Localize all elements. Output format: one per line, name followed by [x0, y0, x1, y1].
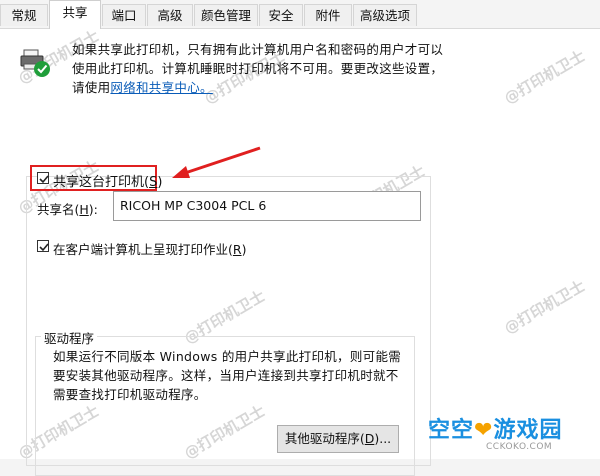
tab-accessories[interactable]: 附件 [304, 4, 352, 26]
tab-general[interactable]: 常规 [0, 4, 48, 26]
share-name-label-end: ): [88, 202, 98, 217]
tab-security[interactable]: 安全 [259, 4, 303, 26]
tab-strip: 常规 共享 端口 高级 颜色管理 安全 附件 高级选项 [0, 0, 600, 29]
logo-part2: 游戏园 [493, 418, 563, 443]
drivers-group-title: 驱动程序 [41, 328, 98, 347]
additional-drivers-accesskey: D [364, 431, 375, 446]
render-jobs-checkbox[interactable] [37, 240, 49, 252]
sharing-info-text: 如果共享此打印机，只有拥有此计算机用户名和密码的用户才可以使用此打印机。计算机睡… [72, 40, 452, 97]
share-name-input[interactable]: RICOH MP C3004 PCL 6 [113, 191, 421, 221]
site-logo-text: 空空❤游戏园 [428, 412, 562, 444]
share-printer-label-text: 共享这台打印机( [53, 175, 150, 190]
additional-drivers-button[interactable]: 其他驱动程序(D)... [277, 425, 399, 453]
red-arrow-annotation [172, 146, 261, 178]
additional-drivers-button-end: )... [374, 431, 392, 446]
tab-advanced-options[interactable]: 高级选项 [353, 4, 417, 26]
tab-sharing[interactable]: 共享 [49, 0, 101, 29]
render-jobs-label-text: 在客户端计算机上呈现打印作业( [53, 242, 233, 257]
tab-ports[interactable]: 端口 [102, 4, 146, 26]
tab-color-management[interactable]: 颜色管理 [194, 4, 258, 26]
share-printer-accesskey: S [149, 175, 158, 190]
site-logo: 空空❤游戏园 CCKOKO.COM [428, 412, 598, 452]
share-printer-label[interactable]: 共享这台打印机(S) [53, 171, 162, 190]
share-name-accesskey: H [79, 202, 89, 217]
network-sharing-center-link[interactable]: 网络和共享中心。 [110, 80, 212, 95]
additional-drivers-button-label: 其他驱动程序( [284, 431, 365, 446]
share-name-label-text: 共享名( [37, 202, 80, 217]
site-url: CCKOKO.COM [486, 442, 553, 452]
share-name-label: 共享名(H): [37, 199, 98, 218]
shared-printer-icon [20, 48, 52, 78]
logo-heart-icon: ❤ [474, 418, 494, 443]
share-printer-checkbox[interactable] [37, 172, 49, 184]
render-jobs-accesskey: R [232, 242, 242, 257]
drivers-description: 如果运行不同版本 Windows 的用户共享此打印机，则可能需要安装其他驱动程序… [53, 349, 402, 402]
tab-advanced[interactable]: 高级 [147, 4, 193, 26]
render-jobs-label[interactable]: 在客户端计算机上呈现打印作业(R) [53, 239, 246, 258]
logo-part1: 空空 [428, 418, 475, 443]
